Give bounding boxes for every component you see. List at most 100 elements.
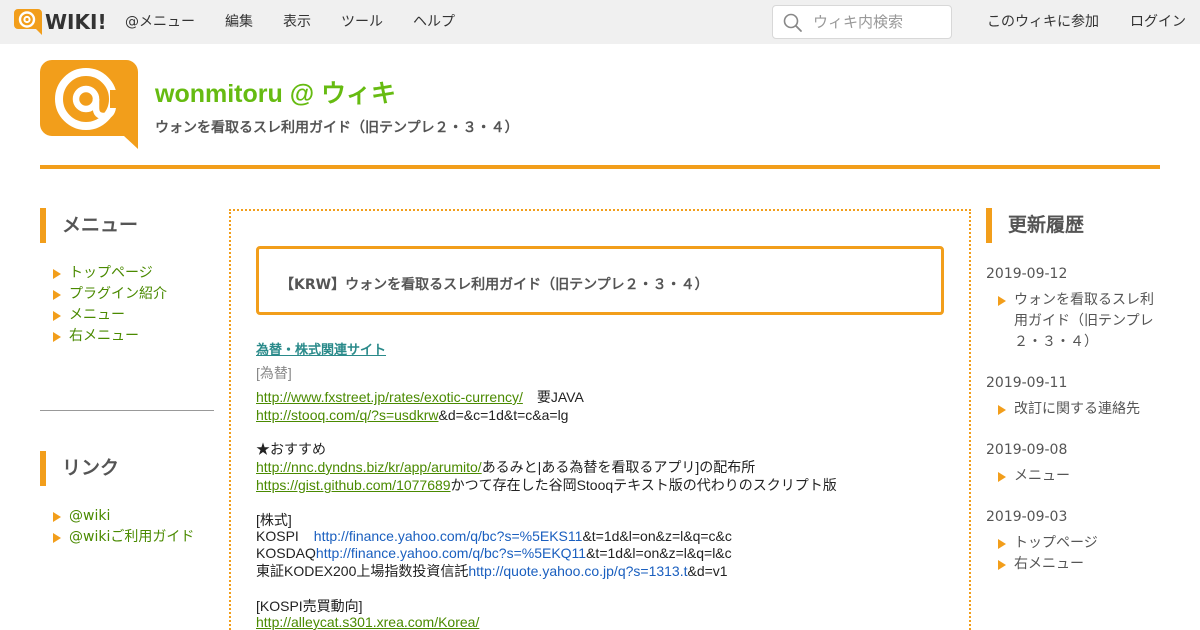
bullet-triangle-icon <box>53 289 61 300</box>
kosdaq-rest: &t=1d&l=on&z=l&q=l&c <box>586 545 732 561</box>
header-divider <box>40 165 1160 169</box>
fx-label: [為替] <box>256 365 292 381</box>
bullet-triangle-icon <box>53 511 61 522</box>
menu-at-menu[interactable]: @メニュー <box>125 0 195 44</box>
menu-item-menu[interactable]: メニュー <box>53 305 167 326</box>
recommend-label: ★おすすめ <box>256 441 326 457</box>
update-item[interactable]: メニュー <box>998 466 1168 487</box>
login-link[interactable]: ログイン <box>1130 0 1186 44</box>
update-item[interactable]: ウォンを看取るスレ利用ガイド（旧テンプレ２・３・４） <box>998 290 1168 353</box>
section-title-link[interactable]: 為替・株式関連サイト <box>256 343 386 358</box>
recommend-line-1: http://nnc.dyndns.biz/kr/app/arumito/あるみ… <box>256 457 755 477</box>
update-item-label[interactable]: 右メニュー <box>1014 554 1084 575</box>
menu-item-label[interactable]: 右メニュー <box>69 326 139 347</box>
update-item-label[interactable]: ウォンを看取るスレ利用ガイド（旧テンプレ２・３・４） <box>1014 290 1159 353</box>
kosdaq-line: KOSDAQhttp://finance.yahoo.com/q/bc?s=%5… <box>256 545 732 561</box>
update-list: ウォンを看取るスレ利用ガイド（旧テンプレ２・３・４） <box>998 290 1168 353</box>
menu-edit[interactable]: 編集 <box>225 0 253 44</box>
menu-item-right-menu[interactable]: 右メニュー <box>53 326 167 347</box>
update-item-label[interactable]: 改訂に関する連絡先 <box>1014 399 1140 420</box>
update-list: 改訂に関する連絡先 <box>998 399 1168 420</box>
page-title-box: 【KRW】ウォンを看取るスレ利用ガイド（旧テンプレ２・３・４） <box>256 246 944 315</box>
link-item-label[interactable]: @wikiご利用ガイド <box>69 527 194 548</box>
links-list: @wiki @wikiご利用ガイド <box>53 506 194 548</box>
fx-line-1: http://www.fxstreet.jp/rates/exotic-curr… <box>256 387 584 407</box>
kospi-trend-line: http://alleycat.s301.xrea.com/Korea/ <box>256 614 479 630</box>
bullet-triangle-icon <box>998 560 1006 570</box>
rec1-text: あるみと|ある為替を看取るアプリ]の配布所 <box>481 459 756 475</box>
kosdaq-label: KOSDAQ <box>256 545 316 561</box>
section-heading-line: 為替・株式関連サイト <box>256 339 386 358</box>
update-item[interactable]: トップページ <box>998 533 1168 554</box>
menu-item-top-page[interactable]: トップページ <box>53 263 167 284</box>
kodex-label: 東証KODEX200上場指数投資信託 <box>256 563 469 579</box>
site-logo[interactable] <box>40 60 139 153</box>
update-date: 2019-09-11 <box>986 375 1068 391</box>
menu-view[interactable]: 表示 <box>283 0 311 44</box>
menu-list: トップページ プラグイン紹介 メニュー 右メニュー <box>53 263 167 347</box>
menu-item-label[interactable]: メニュー <box>69 305 125 326</box>
update-list: メニュー <box>998 466 1168 487</box>
bullet-triangle-icon <box>53 331 61 342</box>
menu-item-label[interactable]: トップページ <box>69 263 153 284</box>
update-date: 2019-09-12 <box>986 266 1068 282</box>
stock-label: [株式] <box>256 512 292 528</box>
bullet-triangle-icon <box>998 296 1006 306</box>
fx2-link[interactable]: http://stooq.com/q/?s=usdkrw <box>256 407 438 423</box>
update-item-label[interactable]: メニュー <box>1014 466 1070 487</box>
search-box <box>772 5 952 39</box>
site-subtitle: ウォンを看取るスレ利用ガイド（旧テンプレ２・３・４） <box>155 120 519 136</box>
site-title[interactable]: wonmitoru @ ウィキ <box>155 74 396 110</box>
fx1-note: 要JAVA <box>536 389 584 405</box>
menu-tools[interactable]: ツール <box>341 0 383 44</box>
kodex-link[interactable]: http://quote.yahoo.co.jp/q?s=1313.t <box>468 563 687 579</box>
update-item[interactable]: 改訂に関する連絡先 <box>998 399 1168 420</box>
menu-item-plugins[interactable]: プラグイン紹介 <box>53 284 167 305</box>
kospi-link[interactable]: http://finance.yahoo.com/q/bc?s=%5EKS11 <box>314 528 583 544</box>
top-bar: WIKI! @メニュー 編集 表示 ツール ヘルプ このウィキに参加 ログイン <box>0 0 1200 44</box>
menu-heading: メニュー <box>40 208 214 243</box>
link-item-atwiki[interactable]: @wiki <box>53 506 194 527</box>
update-list: トップページ 右メニュー <box>998 533 1168 575</box>
rec1-link[interactable]: http://nnc.dyndns.biz/kr/app/arumito/ <box>256 459 482 475</box>
kodex-line: 東証KODEX200上場指数投資信託http://quote.yahoo.co.… <box>256 561 728 581</box>
join-wiki-link[interactable]: このウィキに参加 <box>987 0 1099 44</box>
link-item-label[interactable]: @wiki <box>69 506 110 527</box>
update-date: 2019-09-03 <box>986 509 1068 525</box>
recommend-line-2: https://gist.github.com/1077689かつて存在した谷岡… <box>256 475 837 495</box>
atwiki-logo-text: WIKI! <box>45 10 107 34</box>
at-logo-icon <box>40 60 138 149</box>
bullet-triangle-icon <box>998 472 1006 482</box>
kospi-trend-label: [KOSPI売買動向] <box>256 598 363 614</box>
kospi-line: KOSPI http://finance.yahoo.com/q/bc?s=%5E… <box>256 528 732 544</box>
fx1-link[interactable]: http://www.fxstreet.jp/rates/exotic-curr… <box>256 389 523 405</box>
bullet-triangle-icon <box>998 405 1006 415</box>
menu-item-label[interactable]: プラグイン紹介 <box>69 284 167 305</box>
fx-line-2: http://stooq.com/q/?s=usdkrw&d=&c=1d&t=c… <box>256 407 568 423</box>
atwiki-logo[interactable]: WIKI! <box>14 9 107 35</box>
rec2-text: かつて存在した谷岡Stooqテキスト版の代わりのスクリプト版 <box>450 477 837 493</box>
bullet-triangle-icon <box>53 268 61 279</box>
bullet-triangle-icon <box>998 539 1006 549</box>
update-date: 2019-09-08 <box>986 442 1068 458</box>
kospi-label: KOSPI <box>256 528 299 544</box>
bullet-triangle-icon <box>53 532 61 543</box>
links-heading: リンク <box>40 451 214 486</box>
page-title: 【KRW】ウォンを看取るスレ利用ガイド（旧テンプレ２・３・４） <box>280 277 709 293</box>
kospi-trend-link[interactable]: http://alleycat.s301.xrea.com/Korea/ <box>256 614 479 630</box>
sidebar-divider <box>40 410 214 411</box>
update-history-heading: 更新履歴 <box>986 208 1160 243</box>
fx2-rest: &d=&c=1d&t=c&a=lg <box>438 407 569 423</box>
update-item-label[interactable]: トップページ <box>1014 533 1098 554</box>
kosdaq-link[interactable]: http://finance.yahoo.com/q/bc?s=%5EKQ11 <box>316 545 586 561</box>
kodex-rest: &d=v1 <box>687 563 728 579</box>
wiki-search-input[interactable] <box>813 6 947 38</box>
search-icon[interactable] <box>783 13 803 33</box>
update-item[interactable]: 右メニュー <box>998 554 1168 575</box>
link-item-guide[interactable]: @wikiご利用ガイド <box>53 527 194 548</box>
menu-help[interactable]: ヘルプ <box>413 0 455 44</box>
rec2-link[interactable]: https://gist.github.com/1077689 <box>256 477 451 493</box>
kospi-rest: &t=1d&l=on&z=l&q=c&c <box>582 528 732 544</box>
bullet-triangle-icon <box>53 310 61 321</box>
atwiki-logo-icon <box>14 9 42 35</box>
